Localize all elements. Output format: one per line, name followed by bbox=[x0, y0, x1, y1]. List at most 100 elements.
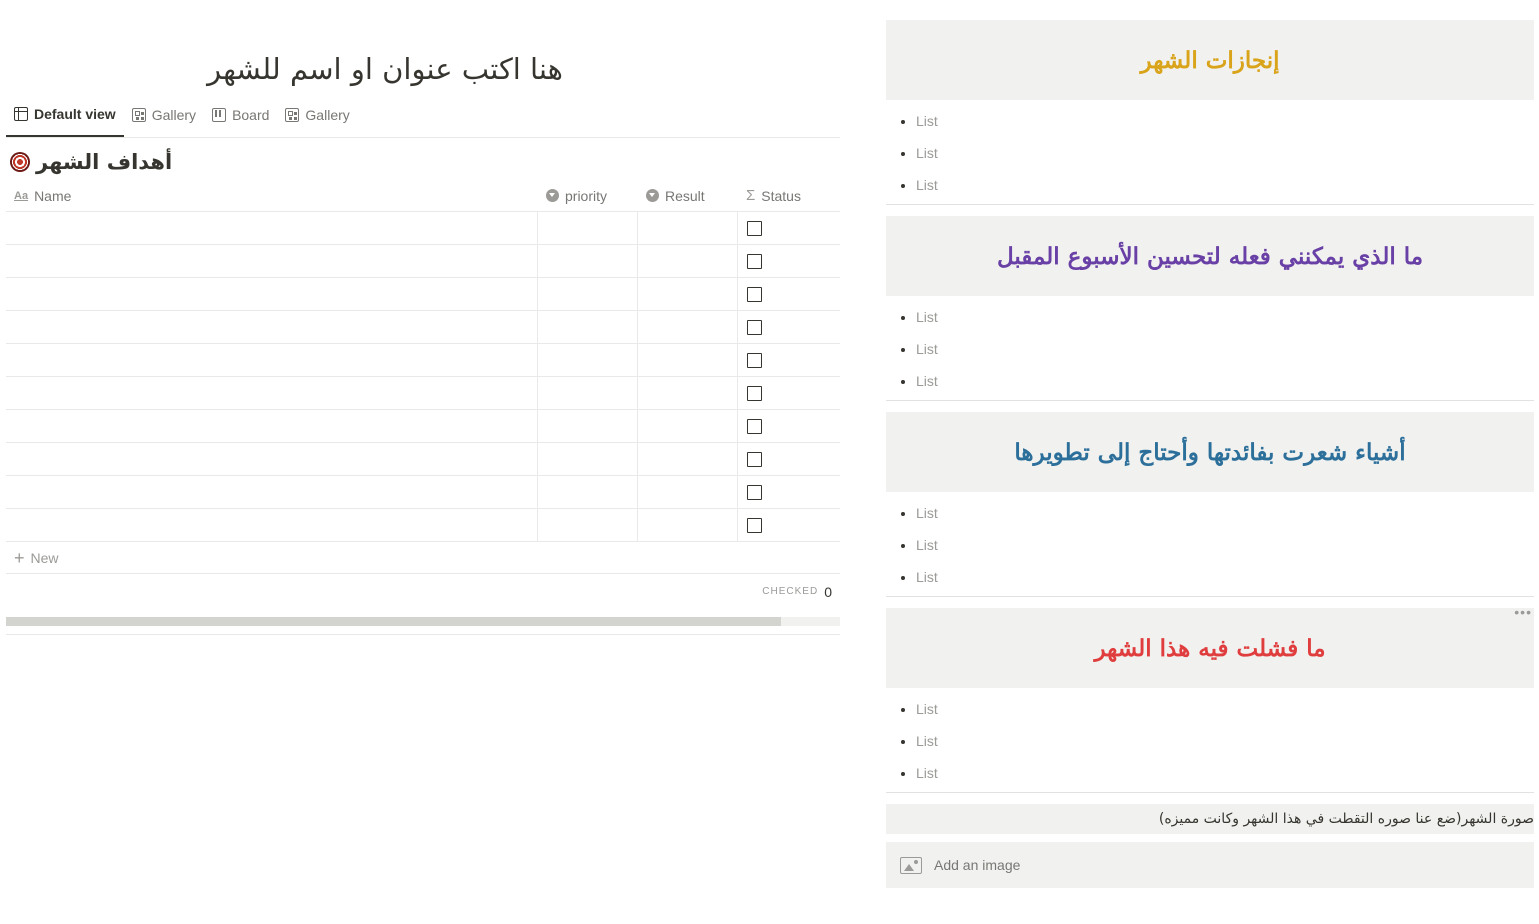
image-icon bbox=[900, 856, 922, 874]
page-title[interactable]: هنا اكتب عنوان او اسم للشهر bbox=[6, 52, 764, 86]
list-item[interactable]: List bbox=[916, 497, 1534, 529]
tab-gallery[interactable]: Gallery bbox=[124, 103, 204, 137]
side-panel: إنجازات الشهرListListListما الذي يمكنني … bbox=[886, 20, 1534, 888]
column-header-priority[interactable]: priority bbox=[538, 180, 638, 211]
status-checkbox[interactable] bbox=[747, 485, 762, 500]
tab-label: Gallery bbox=[305, 107, 350, 123]
table-cell-result[interactable] bbox=[638, 443, 738, 476]
card-title[interactable]: إنجازات الشهر bbox=[886, 20, 1534, 100]
table-cell-priority[interactable] bbox=[538, 410, 638, 443]
list-item[interactable]: List bbox=[916, 301, 1534, 333]
table-row[interactable] bbox=[6, 377, 840, 410]
table-cell-name[interactable] bbox=[6, 212, 538, 245]
table-cell-priority[interactable] bbox=[538, 212, 638, 245]
table-cell-name[interactable] bbox=[6, 311, 538, 344]
table-row[interactable] bbox=[6, 212, 840, 245]
table-cell-result[interactable] bbox=[638, 344, 738, 377]
table-cell-name[interactable] bbox=[6, 443, 538, 476]
status-checkbox[interactable] bbox=[747, 386, 762, 401]
table-row[interactable] bbox=[6, 509, 840, 542]
table-cell-priority[interactable] bbox=[538, 344, 638, 377]
table-row[interactable] bbox=[6, 245, 840, 278]
list-item[interactable]: List bbox=[916, 365, 1534, 397]
table-row[interactable] bbox=[6, 443, 840, 476]
table-cell-status bbox=[738, 212, 840, 245]
card-title[interactable]: ما الذي يمكنني فعله لتحسين الأسبوع المقب… bbox=[886, 216, 1534, 296]
table-cell-result[interactable] bbox=[638, 311, 738, 344]
status-checkbox[interactable] bbox=[747, 353, 762, 368]
column-header-status[interactable]: Σ Status bbox=[738, 180, 840, 211]
status-checkbox[interactable] bbox=[747, 518, 762, 533]
cards-container: إنجازات الشهرListListListما الذي يمكنني … bbox=[886, 20, 1534, 793]
list-item[interactable]: List bbox=[916, 169, 1534, 201]
status-checkbox[interactable] bbox=[747, 419, 762, 434]
table-cell-result[interactable] bbox=[638, 278, 738, 311]
table-cell-name[interactable] bbox=[6, 509, 538, 542]
table-cell-status bbox=[738, 377, 840, 410]
list-item[interactable]: List bbox=[916, 137, 1534, 169]
table-row[interactable] bbox=[6, 311, 840, 344]
tab-default-view[interactable]: Default view bbox=[6, 103, 124, 137]
table-cell-priority[interactable] bbox=[538, 443, 638, 476]
status-checkbox[interactable] bbox=[747, 254, 762, 269]
divider bbox=[886, 792, 1534, 793]
table-cell-status bbox=[738, 344, 840, 377]
list-item[interactable]: List bbox=[916, 105, 1534, 137]
status-checkbox[interactable] bbox=[747, 221, 762, 236]
table-row[interactable] bbox=[6, 476, 840, 509]
tab-label: Default view bbox=[34, 106, 116, 122]
table-cell-name[interactable] bbox=[6, 476, 538, 509]
table-cell-result[interactable] bbox=[638, 509, 738, 542]
divider bbox=[6, 634, 840, 635]
table-cell-name[interactable] bbox=[6, 344, 538, 377]
list-item[interactable]: List bbox=[916, 693, 1534, 725]
status-checkbox[interactable] bbox=[747, 320, 762, 335]
list-item[interactable]: List bbox=[916, 333, 1534, 365]
table-cell-priority[interactable] bbox=[538, 377, 638, 410]
list-item[interactable]: List bbox=[916, 757, 1534, 789]
tab-gallery-2[interactable]: Gallery bbox=[277, 103, 357, 137]
list-item[interactable]: List bbox=[916, 529, 1534, 561]
database-title-text: أهداف الشهر bbox=[36, 150, 173, 174]
status-checkbox[interactable] bbox=[747, 452, 762, 467]
tab-board[interactable]: Board bbox=[204, 103, 277, 137]
photo-caption[interactable]: صورة الشهر(ضع عنا صوره التقطت في هذا الش… bbox=[886, 804, 1534, 834]
add-image-button[interactable]: Add an image bbox=[886, 842, 1534, 888]
calc-label: CHECKED bbox=[762, 586, 819, 597]
table-cell-name[interactable] bbox=[6, 245, 538, 278]
column-header-name[interactable]: Aa Name bbox=[6, 180, 538, 211]
table-cell-priority[interactable] bbox=[538, 278, 638, 311]
table-cell-priority[interactable] bbox=[538, 476, 638, 509]
column-label: Name bbox=[34, 187, 72, 204]
table-cell-priority[interactable] bbox=[538, 509, 638, 542]
column-header-result[interactable]: Result bbox=[638, 180, 738, 211]
table-cell-status bbox=[738, 245, 840, 278]
table-cell-result[interactable] bbox=[638, 377, 738, 410]
table-cell-priority[interactable] bbox=[538, 311, 638, 344]
more-options-icon[interactable]: ••• bbox=[1514, 604, 1532, 620]
target-icon bbox=[10, 152, 30, 172]
table-cell-result[interactable] bbox=[638, 410, 738, 443]
table-cell-name[interactable] bbox=[6, 410, 538, 443]
list-item[interactable]: List bbox=[916, 561, 1534, 593]
tab-label: Gallery bbox=[151, 107, 197, 123]
card-title[interactable]: ما فشلت فيه هذا الشهر bbox=[886, 608, 1534, 688]
list-item[interactable]: List bbox=[916, 725, 1534, 757]
status-checkbox[interactable] bbox=[747, 287, 762, 302]
table-cell-name[interactable] bbox=[6, 377, 538, 410]
scrollbar-thumb[interactable] bbox=[6, 617, 781, 626]
calculation-row[interactable]: CHECKED 0 bbox=[6, 574, 840, 609]
horizontal-scrollbar[interactable] bbox=[6, 617, 840, 626]
table-row[interactable] bbox=[6, 344, 840, 377]
table-cell-result[interactable] bbox=[638, 212, 738, 245]
table-cell-result[interactable] bbox=[638, 476, 738, 509]
database-title[interactable]: أهداف الشهر bbox=[10, 150, 172, 174]
table-cell-result[interactable] bbox=[638, 245, 738, 278]
view-tabs: Default view Gallery Board Gallery bbox=[6, 104, 840, 138]
new-row-button[interactable]: + New bbox=[6, 542, 840, 574]
table-row[interactable] bbox=[6, 410, 840, 443]
table-cell-name[interactable] bbox=[6, 278, 538, 311]
card-title[interactable]: أشياء شعرت بفائدتها وأحتاج إلى تطويرها bbox=[886, 412, 1534, 492]
table-cell-priority[interactable] bbox=[538, 245, 638, 278]
table-row[interactable] bbox=[6, 278, 840, 311]
